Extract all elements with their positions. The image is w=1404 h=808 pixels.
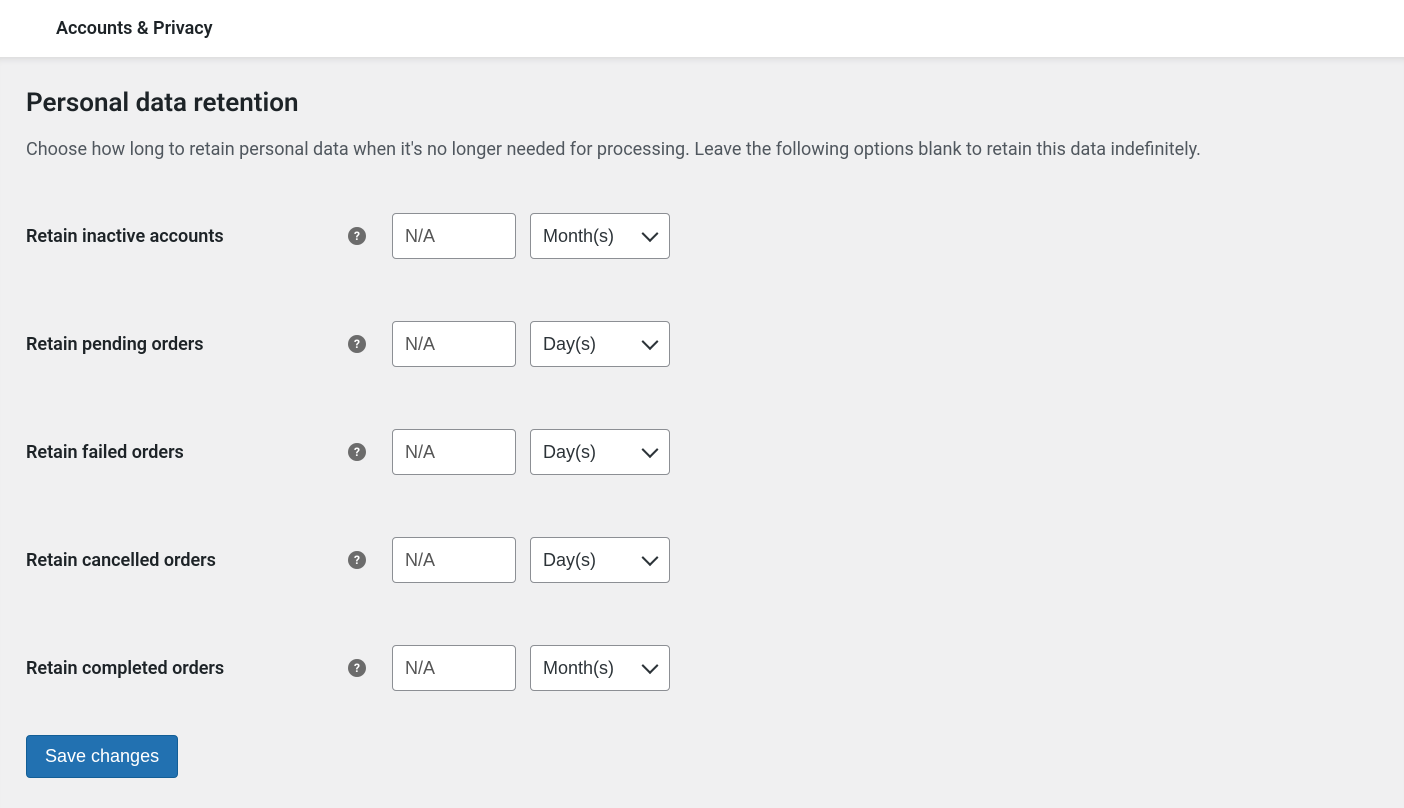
pending-orders-input[interactable]: [392, 321, 516, 367]
row-retain-inactive-accounts: Retain inactive accounts ? Day(s) Week(s…: [26, 213, 1378, 259]
row-retain-failed-orders: Retain failed orders ? Day(s) Week(s) Mo…: [26, 429, 1378, 475]
completed-orders-unit-select[interactable]: Day(s) Week(s) Month(s) Year(s): [530, 645, 670, 691]
row-retain-pending-orders: Retain pending orders ? Day(s) Week(s) M…: [26, 321, 1378, 367]
cancelled-orders-unit-select[interactable]: Day(s) Week(s) Month(s) Year(s): [530, 537, 670, 583]
select-wrap: Day(s) Week(s) Month(s) Year(s): [530, 213, 670, 259]
row-label: Retain inactive accounts: [26, 226, 348, 247]
select-wrap: Day(s) Week(s) Month(s) Year(s): [530, 321, 670, 367]
row-label: Retain failed orders: [26, 442, 348, 463]
settings-panel: Personal data retention Choose how long …: [0, 58, 1404, 808]
section-description: Choose how long to retain personal data …: [26, 136, 1378, 163]
cancelled-orders-input[interactable]: [392, 537, 516, 583]
row-label: Retain cancelled orders: [26, 550, 348, 571]
completed-orders-input[interactable]: [392, 645, 516, 691]
help-icon[interactable]: ?: [348, 551, 366, 569]
select-wrap: Day(s) Week(s) Month(s) Year(s): [530, 537, 670, 583]
failed-orders-input[interactable]: [392, 429, 516, 475]
select-wrap: Day(s) Week(s) Month(s) Year(s): [530, 645, 670, 691]
help-icon[interactable]: ?: [348, 227, 366, 245]
inactive-accounts-input[interactable]: [392, 213, 516, 259]
tab-accounts-privacy[interactable]: Accounts & Privacy: [0, 0, 1404, 58]
pending-orders-unit-select[interactable]: Day(s) Week(s) Month(s) Year(s): [530, 321, 670, 367]
row-label: Retain completed orders: [26, 658, 348, 679]
row-retain-completed-orders: Retain completed orders ? Day(s) Week(s)…: [26, 645, 1378, 691]
row-retain-cancelled-orders: Retain cancelled orders ? Day(s) Week(s)…: [26, 537, 1378, 583]
row-label: Retain pending orders: [26, 334, 348, 355]
inactive-accounts-unit-select[interactable]: Day(s) Week(s) Month(s) Year(s): [530, 213, 670, 259]
save-button[interactable]: Save changes: [26, 735, 178, 778]
section-title: Personal data retention: [26, 88, 1378, 118]
help-icon[interactable]: ?: [348, 659, 366, 677]
help-icon[interactable]: ?: [348, 443, 366, 461]
failed-orders-unit-select[interactable]: Day(s) Week(s) Month(s) Year(s): [530, 429, 670, 475]
help-icon[interactable]: ?: [348, 335, 366, 353]
select-wrap: Day(s) Week(s) Month(s) Year(s): [530, 429, 670, 475]
tab-label: Accounts & Privacy: [56, 18, 213, 39]
